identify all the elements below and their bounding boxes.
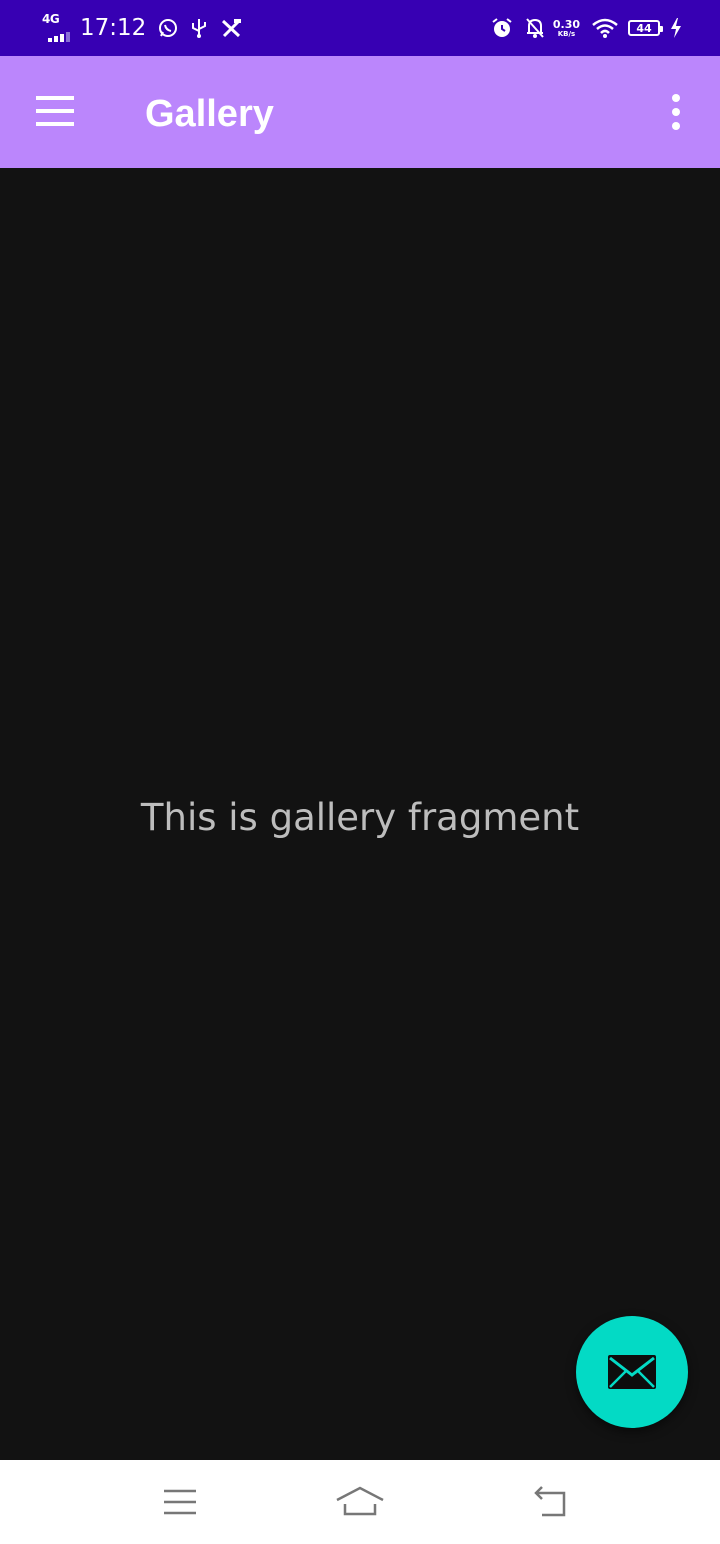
status-bar: 4G 17:12 0.30 KB/s 44 [0,0,720,56]
notifications-off-icon [525,17,545,39]
network-speed-unit: KB/s [557,29,576,38]
wifi-icon [592,18,618,38]
signal-icon: 4G [42,12,74,42]
status-bar-left: 4G 17:12 [42,0,242,56]
network-speed: 0.30 KB/s [553,19,580,38]
recents-menu-icon[interactable] [150,1478,210,1526]
network-type-label: 4G [42,12,60,26]
hamburger-menu-icon[interactable] [36,96,76,128]
status-bar-right: 0.30 KB/s 44 [479,0,682,56]
charging-icon [670,18,682,38]
more-vertical-icon[interactable] [670,94,682,130]
battery-icon: 44 [628,20,663,36]
battery-level: 44 [636,21,652,35]
home-icon[interactable] [330,1478,390,1526]
app-bar: Gallery [0,56,720,168]
email-fab-button[interactable] [576,1316,688,1428]
whatsapp-icon [158,18,178,38]
email-icon [608,1355,656,1389]
tools-icon [220,18,242,38]
page-title: Gallery [145,93,274,135]
screen: 4G 17:12 0.30 KB/s 44 Gallery This is ga… [0,0,720,1544]
network-speed-value: 0.30 [552,17,580,31]
alarm-icon [491,17,513,39]
usb-icon [190,17,208,39]
fragment-message: This is gallery fragment [140,796,580,839]
back-icon[interactable] [520,1478,580,1526]
system-nav-bar [0,1460,720,1544]
status-time: 17:12 [80,15,147,41]
